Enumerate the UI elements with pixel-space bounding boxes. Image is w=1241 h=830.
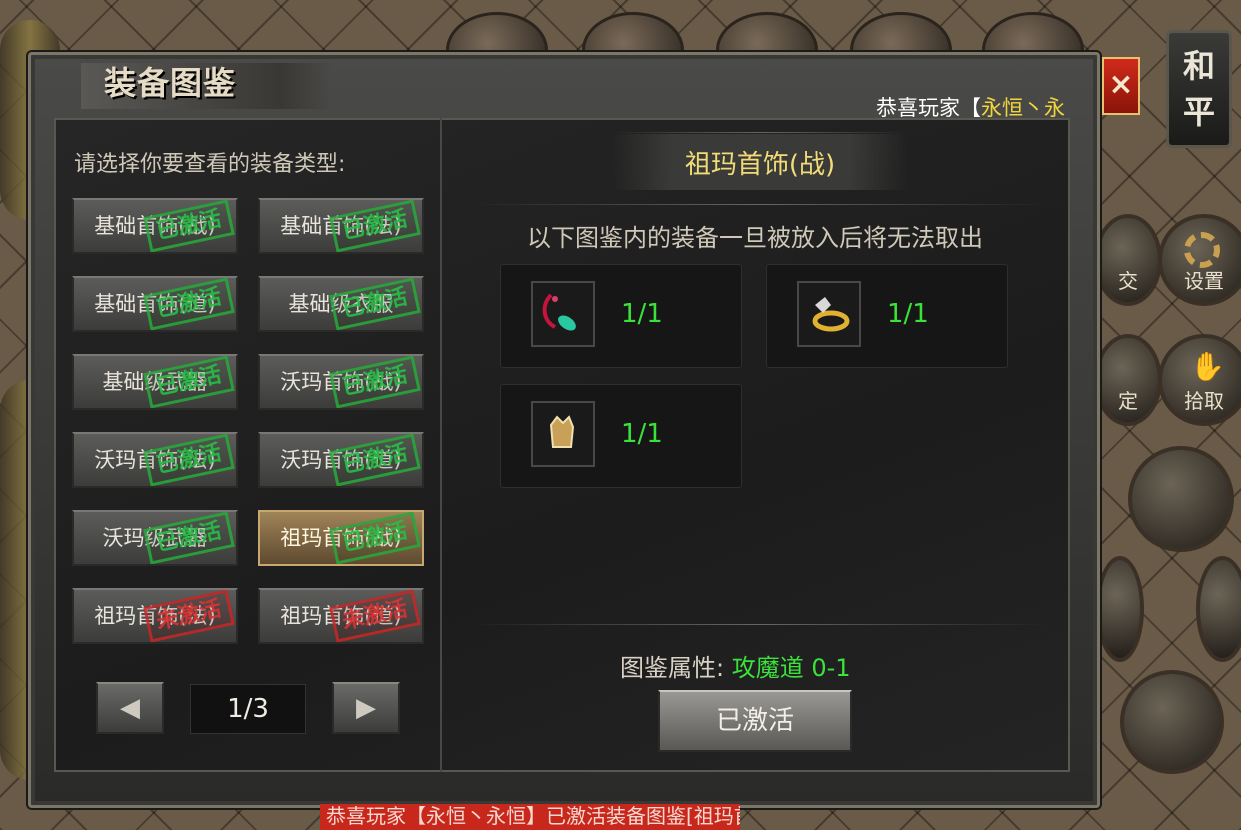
skill-button-3[interactable] xyxy=(1196,556,1241,662)
scrolling-notice: 恭喜玩家【永恒丶永 xyxy=(876,92,1092,120)
page-indicator: 1/3 xyxy=(190,684,306,734)
category-button[interactable]: 基础级武器 已激活 xyxy=(72,354,238,410)
notice-player-name: 永恒丶永 xyxy=(981,96,1065,120)
skill-button-1[interactable] xyxy=(1128,446,1234,552)
item-slot-3[interactable]: 1/1 xyxy=(500,384,742,488)
settings-label: 设置 xyxy=(1184,269,1224,293)
activated-stamp: 已激活 xyxy=(143,512,235,564)
category-button[interactable]: 祖玛首饰(道) 未激活 xyxy=(258,588,424,644)
pickup-label: 拾取 xyxy=(1184,389,1224,413)
panel-divider xyxy=(440,118,442,772)
next-page-button[interactable]: ▶ xyxy=(332,682,400,734)
arrow-right-icon: ▶ xyxy=(356,693,376,723)
activated-stamp: 已激活 xyxy=(329,200,421,252)
item-count: 1/1 xyxy=(621,299,663,329)
category-button[interactable]: 沃玛首饰(战) 已激活 xyxy=(258,354,424,410)
trade-button[interactable]: 交 xyxy=(1094,214,1162,306)
prev-page-button[interactable]: ◀ xyxy=(96,682,164,734)
activated-stamp: 已激活 xyxy=(329,512,421,564)
attr-label: 图鉴属性: xyxy=(620,654,725,682)
attr-value: 攻魔道 0-1 xyxy=(731,654,851,682)
close-button[interactable]: × xyxy=(1102,57,1140,115)
category-button[interactable]: 基础首饰(道) 已激活 xyxy=(72,276,238,332)
necklace-icon xyxy=(531,281,595,347)
lock-label: 定 xyxy=(1118,389,1138,413)
hand-icon: ✋ xyxy=(1190,350,1225,383)
category-button[interactable]: 基础首饰(法) 已激活 xyxy=(258,198,424,254)
arrow-left-icon: ◀ xyxy=(120,693,140,723)
activated-stamp: 已激活 xyxy=(143,200,235,252)
category-button[interactable]: 祖玛首饰(战) 已激活 xyxy=(258,510,424,566)
item-count: 1/1 xyxy=(621,419,663,449)
attr-rule xyxy=(470,624,1050,625)
pickup-button[interactable]: ✋ 拾取 xyxy=(1158,334,1241,426)
category-prompt: 请选择你要查看的装备类型: xyxy=(74,152,346,177)
ring-icon xyxy=(797,281,861,347)
detail-title: 祖玛首饰(战) xyxy=(684,150,836,180)
item-count: 1/1 xyxy=(887,299,929,329)
title-bottom-rule xyxy=(470,204,1050,205)
category-button[interactable]: 沃玛级武器 已激活 xyxy=(72,510,238,566)
peace-mode-button[interactable]: 和平 xyxy=(1166,30,1232,148)
bracelet-icon xyxy=(531,401,595,467)
skill-button-4[interactable] xyxy=(1120,670,1224,774)
activated-stamp: 已激活 xyxy=(143,434,235,486)
inactive-stamp: 未激活 xyxy=(329,590,421,642)
settings-button[interactable]: 设置 xyxy=(1158,214,1241,306)
lock-button[interactable]: 定 xyxy=(1094,334,1162,426)
item-slot-2[interactable]: 1/1 xyxy=(766,264,1008,368)
system-message: 恭喜玩家【永恒丶永恒】已激活装备图鉴[祖玛首饰(战)]，获得属性加成！ xyxy=(320,804,740,830)
activated-stamp: 已激活 xyxy=(329,278,421,330)
category-button[interactable]: 沃玛首饰(法) 已激活 xyxy=(72,432,238,488)
trade-label: 交 xyxy=(1118,269,1138,293)
gear-icon xyxy=(1184,232,1220,268)
item-slot-1[interactable]: 1/1 xyxy=(500,264,742,368)
inactive-stamp: 未激活 xyxy=(143,590,235,642)
activated-stamp: 已激活 xyxy=(143,356,235,408)
skill-button-2[interactable] xyxy=(1096,556,1144,662)
activated-stamp: 已激活 xyxy=(329,356,421,408)
codex-attribute: 图鉴属性: 攻魔道 0-1 xyxy=(620,648,851,683)
warning-text: 以下图鉴内的装备一旦被放入后将无法取出 xyxy=(527,224,983,252)
activated-stamp: 已激活 xyxy=(329,434,421,486)
activated-button[interactable]: 已激活 xyxy=(658,690,852,752)
window-title: 装备图鉴 xyxy=(104,64,237,102)
activated-stamp: 已激活 xyxy=(143,278,235,330)
category-button[interactable]: 基础首饰(战) 已激活 xyxy=(72,198,238,254)
category-button[interactable]: 祖玛首饰(法) 未激活 xyxy=(72,588,238,644)
title-top-rule xyxy=(612,132,908,133)
category-button[interactable]: 沃玛首饰(道) 已激活 xyxy=(258,432,424,488)
category-button[interactable]: 基础级衣服 已激活 xyxy=(258,276,424,332)
notice-prefix: 恭喜玩家【 xyxy=(876,96,981,120)
